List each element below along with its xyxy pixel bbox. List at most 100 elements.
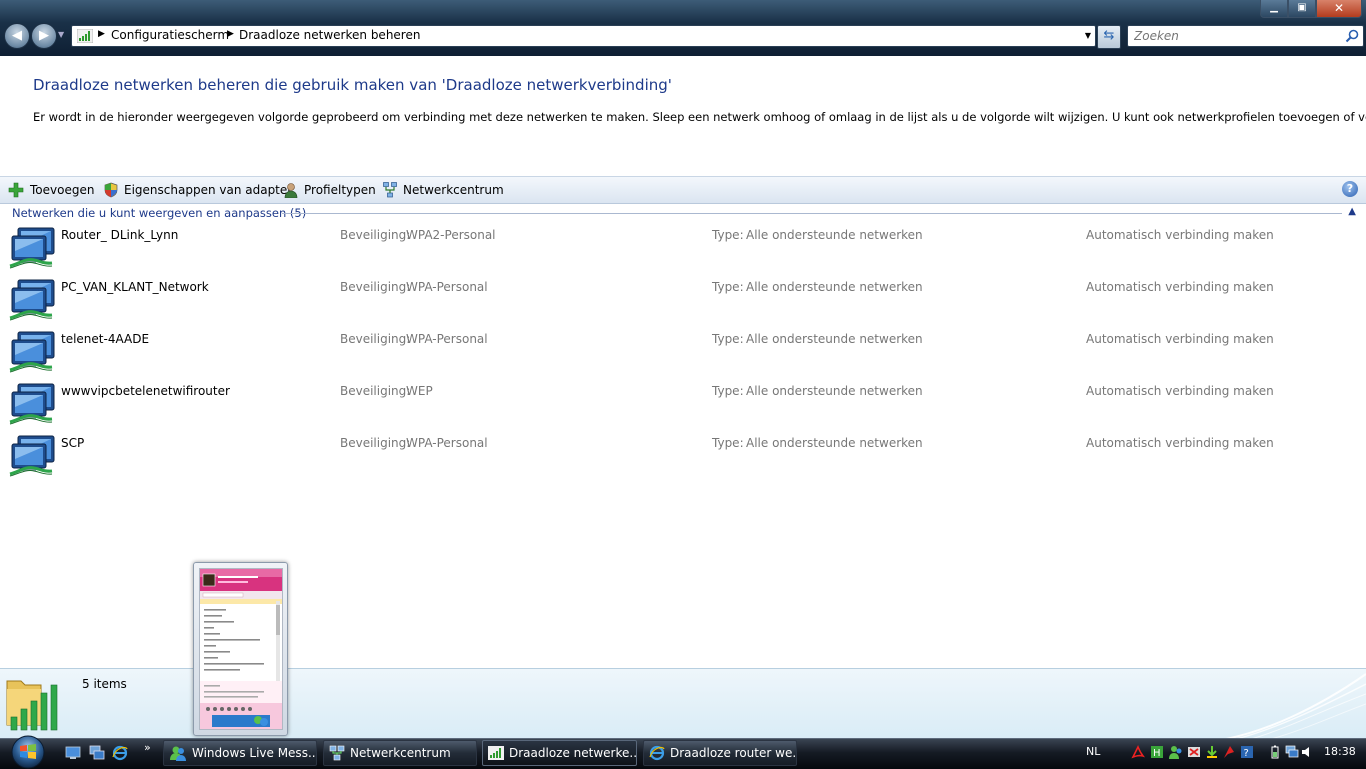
clock[interactable]: 18:38 <box>1324 745 1356 758</box>
back-button[interactable]: ◀ <box>4 23 30 49</box>
type-label: Type: <box>712 384 744 398</box>
refresh-icon: ⇆ <box>1103 28 1115 43</box>
maximize-button[interactable]: ▣ <box>1288 0 1316 18</box>
wireless-network-icon <box>9 383 55 425</box>
security-value: WEP <box>406 384 433 398</box>
taskbar-thumbnail-preview[interactable] <box>193 562 288 736</box>
taskbar-button-draadloze-router[interactable]: Draadloze router we... <box>643 740 797 766</box>
network-name: PC_VAN_KLANT_Network <box>61 280 209 294</box>
battery-icon[interactable] <box>1268 745 1282 759</box>
item-count: 5 items <box>82 677 127 691</box>
download-tray-icon[interactable] <box>1205 745 1219 759</box>
start-button[interactable] <box>6 733 50 769</box>
language-indicator[interactable]: NL <box>1086 745 1100 758</box>
minimize-button[interactable]: ▁ <box>1260 0 1288 18</box>
network-row-2[interactable]: PC_VAN_KLANT_Network Beveiliging: WPA-Pe… <box>0 279 1366 332</box>
internet-explorer-icon[interactable] <box>112 745 128 761</box>
security-label: Beveiliging: <box>340 384 411 398</box>
taskbar-button-netwerkcentrum[interactable]: Netwerkcentrum <box>323 740 477 766</box>
profile-types-button[interactable]: Profieltypen <box>284 181 376 199</box>
show-desktop-icon[interactable] <box>65 745 81 761</box>
recent-pages-dropdown[interactable]: ▼ <box>58 30 64 39</box>
connection-mode: Automatisch verbinding maken <box>1086 384 1274 398</box>
wireless-signal-icon <box>77 29 93 43</box>
add-network-button[interactable]: Toevoegen <box>8 181 94 199</box>
type-value: Alle ondersteunde netwerken <box>746 228 923 242</box>
type-label: Type: <box>712 228 744 242</box>
security-label: Beveiliging: <box>340 280 411 294</box>
type-value: Alle ondersteunde netwerken <box>746 384 923 398</box>
address-dropdown-icon[interactable]: ▼ <box>1085 31 1091 40</box>
network-row-5[interactable]: SCP Beveiliging: WPA-Personal Type: Alle… <box>0 435 1366 488</box>
network-row-4[interactable]: wwwvipcbetelenetwifirouter Beveiliging: … <box>0 383 1366 436</box>
security-label: Beveiliging: <box>340 332 411 346</box>
profile-types-label: Profieltypen <box>304 183 376 197</box>
user-icon <box>284 183 298 198</box>
type-label: Type: <box>712 332 744 346</box>
adapter-properties-button[interactable]: Eigenschappen van adapter <box>104 181 292 199</box>
network-tray-icon[interactable] <box>1285 745 1299 759</box>
network-name: telenet-4AADE <box>61 332 150 346</box>
security-value: WPA-Personal <box>406 436 488 450</box>
taskbar-button-messenger[interactable]: Windows Live Mess... <box>163 740 317 766</box>
command-toolbar: Toevoegen Eigenschappen van adapter Prof… <box>0 176 1366 204</box>
network-name: wwwvipcbetelenetwifirouter <box>61 384 230 398</box>
security-value: WPA2-Personal <box>406 228 496 242</box>
page-description: Er wordt in de hieronder weergegeven vol… <box>33 110 1366 124</box>
network-center-button[interactable]: Netwerkcentrum <box>383 181 504 199</box>
type-value: Alle ondersteunde netwerken <box>746 280 923 294</box>
title-bar: ▁ ▣ ✕ ◀ ▶ ▼ ▶ Configuratiescherm ▶ Draad… <box>0 0 1366 56</box>
address-bar[interactable]: ▶ Configuratiescherm ▶ Draadloze netwerk… <box>71 25 1096 47</box>
breadcrumb-configuratiescherm[interactable]: Configuratiescherm <box>111 28 229 42</box>
refresh-button[interactable]: ⇆ <box>1097 25 1121 49</box>
help-button[interactable]: ? <box>1342 181 1358 197</box>
back-arrow-icon: ◀ <box>12 28 22 43</box>
add-network-label: Toevoegen <box>30 183 95 197</box>
app-tray-icon[interactable]: H <box>1150 745 1164 759</box>
connection-mode: Automatisch verbinding maken <box>1086 280 1274 294</box>
acrobat-icon[interactable] <box>1131 745 1145 759</box>
breadcrumb-separator-icon[interactable]: ▶ <box>98 29 105 39</box>
switch-windows-icon[interactable] <box>89 745 105 761</box>
connection-mode: Automatisch verbinding maken <box>1086 228 1274 242</box>
forward-button[interactable]: ▶ <box>31 23 57 49</box>
volume-icon[interactable] <box>1301 745 1315 759</box>
search-icon[interactable] <box>1345 29 1359 43</box>
wireless-network-icon <box>9 279 55 321</box>
network-name: Router_ DLink_Lynn <box>61 228 179 242</box>
search-box[interactable] <box>1127 25 1364 47</box>
plus-icon <box>8 182 24 198</box>
type-label: Type: <box>712 436 744 450</box>
adapter-properties-label: Eigenschappen van adapter <box>124 183 293 197</box>
network-row-1[interactable]: Router_ DLink_Lynn Beveiliging: WPA2-Per… <box>0 227 1366 280</box>
network-icon <box>383 182 397 198</box>
maximize-icon: ▣ <box>1297 2 1307 13</box>
window-controls: ▁ ▣ ✕ <box>1260 0 1362 18</box>
shield-icon <box>104 182 118 198</box>
taskbar-button-label: Windows Live Mess... <box>192 746 317 760</box>
type-label: Type: <box>712 280 744 294</box>
group-header[interactable]: Netwerken die u kunt weergeven en aanpas… <box>12 206 306 220</box>
messenger-icon <box>170 746 186 761</box>
wireless-networks-folder-icon <box>6 680 58 731</box>
help-icon: ? <box>1346 182 1354 195</box>
svg-text:?: ? <box>1244 748 1249 759</box>
network-row-3[interactable]: telenet-4AADE Beveiliging: WPA-Personal … <box>0 331 1366 384</box>
collapse-group-icon[interactable]: ▲ <box>1348 206 1356 217</box>
forward-arrow-icon: ▶ <box>39 28 49 43</box>
messenger-tray-icon[interactable] <box>1169 745 1183 759</box>
quick-launch-more-icon[interactable]: » <box>144 741 151 754</box>
antivirus-tray-icon[interactable] <box>1222 745 1236 759</box>
network-name: SCP <box>61 436 85 450</box>
search-input[interactable] <box>1128 26 1350 46</box>
page-title: Draadloze netwerken beheren die gebruik … <box>33 76 672 94</box>
wireless-network-icon <box>9 227 55 269</box>
group-divider <box>282 213 1342 214</box>
security-tray-icon[interactable] <box>1187 745 1201 759</box>
close-button[interactable]: ✕ <box>1316 0 1362 18</box>
breadcrumb-current[interactable]: Draadloze netwerken beheren <box>239 28 420 42</box>
help-tray-icon[interactable]: ? <box>1240 745 1254 759</box>
breadcrumb-separator-icon[interactable]: ▶ <box>227 29 234 39</box>
taskbar-button-draadloze-netwerken[interactable]: Draadloze netwerke... <box>482 740 637 766</box>
security-label: Beveiliging: <box>340 228 411 242</box>
